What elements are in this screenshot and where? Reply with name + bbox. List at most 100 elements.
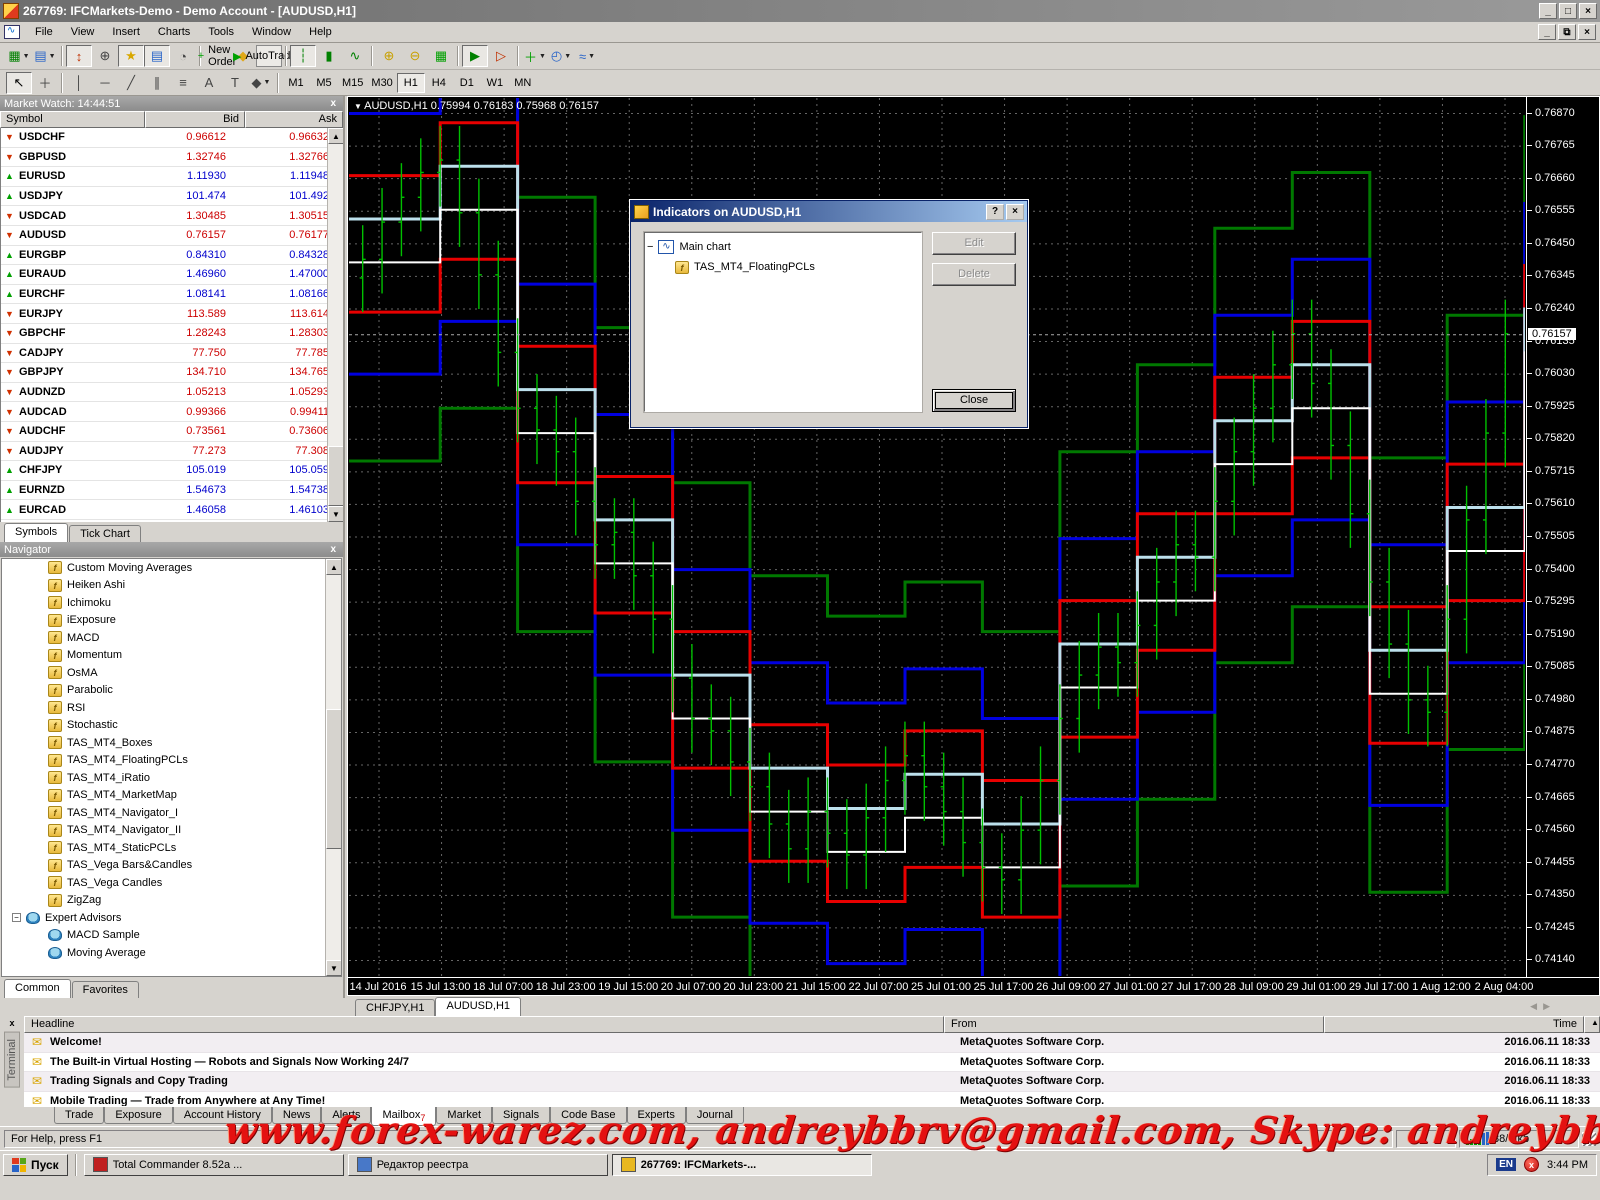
trendline-tool-button[interactable]: ╱: [118, 72, 144, 94]
tree-item-indicator[interactable]: f TAS_MT4_FloatingPCLs: [647, 257, 919, 277]
scroll-down-icon[interactable]: ▼: [326, 960, 342, 976]
chart-tab-audusd-h1[interactable]: AUDUSD,H1: [435, 997, 521, 1016]
column-from[interactable]: From: [944, 1016, 1324, 1033]
scroll-up-icon[interactable]: ▲: [328, 128, 343, 144]
mailbox-row-1[interactable]: ✉The Built-in Virtual Hosting — Robots a…: [24, 1053, 1600, 1073]
tab-scroll-right-icon[interactable]: ▶: [1543, 1001, 1550, 1012]
navigator-item-expert-advisors[interactable]: −Expert Advisors: [2, 909, 341, 927]
navigator-item-macd[interactable]: fMACD: [2, 629, 341, 647]
candlestick-mode-button[interactable]: ▮: [316, 45, 342, 67]
minimize-button[interactable]: _: [1539, 3, 1557, 19]
navigator-item-tas-vega-bars-candles[interactable]: fTAS_Vega Bars&Candles: [2, 857, 341, 875]
dialog-help-icon[interactable]: ?: [986, 204, 1004, 220]
timeframe-m1[interactable]: M1: [282, 73, 310, 93]
market-watch-scrollbar[interactable]: ▲ ▼: [327, 128, 343, 522]
tab-symbols[interactable]: Symbols: [4, 523, 68, 542]
tab-common[interactable]: Common: [4, 979, 71, 998]
chart-profiles-button[interactable]: ▤▼: [32, 45, 58, 67]
security-shield-icon[interactable]: x: [1524, 1157, 1539, 1172]
navigator-item-rsi[interactable]: fRSI: [2, 699, 341, 717]
tab-scroll-left-icon[interactable]: ◀: [1530, 1001, 1537, 1012]
column-time[interactable]: Time: [1324, 1016, 1584, 1033]
tab-favorites[interactable]: Favorites: [72, 981, 139, 998]
market-watch-row-gbpchf[interactable]: ▼GBPCHF1.282431.28303: [1, 324, 343, 344]
mailbox-row-0[interactable]: ✉Welcome!MetaQuotes Software Corp.2016.0…: [24, 1033, 1600, 1053]
navigator-close-icon[interactable]: x: [327, 544, 339, 555]
child-minimize-button[interactable]: _: [1538, 24, 1556, 40]
terminal-close-icon[interactable]: x: [9, 1018, 14, 1028]
timeframe-h1[interactable]: H1: [397, 73, 425, 93]
terminal-toggle-button[interactable]: ▤: [144, 45, 170, 67]
market-watch-row-audusd[interactable]: ▼AUDUSD0.761570.76177: [1, 226, 343, 246]
navigator-item-osma[interactable]: fOsMA: [2, 664, 341, 682]
shapes-tool-button[interactable]: ◆▼: [248, 72, 274, 94]
vertical-line-tool-button[interactable]: │: [66, 72, 92, 94]
zoom-in-button[interactable]: ⊕: [376, 45, 402, 67]
menu-view[interactable]: View: [62, 24, 104, 40]
market-watch-row-audjpy[interactable]: ▼AUDJPY77.27377.308: [1, 442, 343, 462]
task-[interactable]: Редактор реестра: [348, 1154, 608, 1176]
navigator-toggle-button[interactable]: ★: [118, 45, 144, 67]
market-watch-row-usdjpy[interactable]: ▲USDJPY101.474101.492: [1, 187, 343, 207]
menu-tools[interactable]: Tools: [199, 24, 243, 40]
menu-window[interactable]: Window: [243, 24, 300, 40]
navigator-item-stochastic[interactable]: fStochastic: [2, 717, 341, 735]
auto-scroll-button[interactable]: ▶: [462, 45, 488, 67]
navigator-item-tas-mt4-navigator-ii[interactable]: fTAS_MT4_Navigator_II: [2, 822, 341, 840]
delete-button[interactable]: Delete: [932, 263, 1016, 286]
new-order-button[interactable]: +New Order: [204, 45, 230, 67]
child-close-button[interactable]: ×: [1578, 24, 1596, 40]
navigator-item-moving-average[interactable]: Moving Average: [2, 944, 341, 962]
market-watch-header[interactable]: Market Watch: 14:44:51 x: [0, 96, 343, 111]
timeframe-m15[interactable]: M15: [338, 73, 367, 93]
dialog-titlebar[interactable]: Indicators on AUDUSD,H1 ? ×: [631, 201, 1027, 222]
market-watch-row-eurgbp[interactable]: ▲EURGBP0.843100.84328: [1, 246, 343, 266]
market-watch-row-eurjpy[interactable]: ▼EURJPY113.589113.614: [1, 304, 343, 324]
timeframe-m5[interactable]: M5: [310, 73, 338, 93]
menu-insert[interactable]: Insert: [103, 24, 149, 40]
navigator-item-heiken-ashi[interactable]: fHeiken Ashi: [2, 577, 341, 595]
market-watch-row-gbpjpy[interactable]: ▼GBPJPY134.710134.765: [1, 363, 343, 383]
navigator-item-tas-vega-candles[interactable]: fTAS_Vega Candles: [2, 874, 341, 892]
menu-file[interactable]: File: [26, 24, 62, 40]
timeframe-m30[interactable]: M30: [367, 73, 396, 93]
market-watch-row-audcad[interactable]: ▼AUDCAD0.993660.99411: [1, 402, 343, 422]
bar-chart-mode-button[interactable]: ┆: [290, 45, 316, 67]
market-watch-close-icon[interactable]: x: [327, 98, 339, 109]
navigator-item-parabolic[interactable]: fParabolic: [2, 682, 341, 700]
fibonacci-tool-button[interactable]: ≡: [170, 72, 196, 94]
maximize-button[interactable]: □: [1559, 3, 1577, 19]
market-watch-row-euraud[interactable]: ▲EURAUD1.469601.47000: [1, 265, 343, 285]
market-watch-row-eurusd[interactable]: ▲EURUSD1.119301.11948: [1, 167, 343, 187]
line-chart-mode-button[interactable]: ∿: [342, 45, 368, 67]
dialog-close-icon[interactable]: ×: [1006, 204, 1024, 220]
navigator-item-tas-mt4-staticpcls[interactable]: fTAS_MT4_StaticPCLs: [2, 839, 341, 857]
timeframe-d1[interactable]: D1: [453, 73, 481, 93]
close-button[interactable]: ×: [1579, 3, 1597, 19]
column-ask[interactable]: Ask: [245, 111, 343, 128]
periods-button[interactable]: ◴▼: [548, 45, 574, 67]
terminal-tab-trade[interactable]: Trade: [54, 1107, 104, 1124]
market-watch-row-audchf[interactable]: ▼AUDCHF0.735610.73606: [1, 422, 343, 442]
templates-button[interactable]: ≈▼: [574, 45, 600, 67]
market-watch-row-eurcad[interactable]: ▲EURCAD1.460581.46103: [1, 500, 343, 520]
mailbox-row-3[interactable]: ✉Mobile Trading — Trade from Anywhere at…: [24, 1092, 1600, 1107]
zoom-out-button[interactable]: ⊖: [402, 45, 428, 67]
autotrading-button[interactable]: ▶AutoTrading: [256, 45, 282, 67]
arrows-tool-button[interactable]: A: [196, 72, 222, 94]
navigator-item-tas-mt4-iratio[interactable]: fTAS_MT4_iRatio: [2, 769, 341, 787]
market-watch-row-cadjpy[interactable]: ▼CADJPY77.75077.785: [1, 344, 343, 364]
task-267769-ifcmarkets[interactable]: 267769: IFCMarkets-...: [612, 1154, 872, 1176]
strategy-tester-button[interactable]: ◔: [170, 45, 196, 67]
chart-tab-chfjpy-h1[interactable]: CHFJPY,H1: [355, 999, 435, 1016]
edit-button[interactable]: Edit: [932, 232, 1016, 255]
task-total-commander-8-52a[interactable]: Total Commander 8.52a ...: [84, 1154, 344, 1176]
chart-shift-button[interactable]: ▷: [488, 45, 514, 67]
navigator-item-tas-mt4-marketmap[interactable]: fTAS_MT4_MarketMap: [2, 787, 341, 805]
market-watch-row-usdchf[interactable]: ▼USDCHF0.966120.96632: [1, 128, 343, 148]
scroll-up-icon[interactable]: ▲: [1584, 1016, 1600, 1033]
mailbox-row-2[interactable]: ✉Trading Signals and Copy TradingMetaQuo…: [24, 1072, 1600, 1092]
navigator-item-iexposure[interactable]: fiExposure: [2, 612, 341, 630]
child-restore-button[interactable]: ⧉: [1558, 24, 1576, 40]
market-watch-row-gbpusd[interactable]: ▼GBPUSD1.327461.32766: [1, 148, 343, 168]
